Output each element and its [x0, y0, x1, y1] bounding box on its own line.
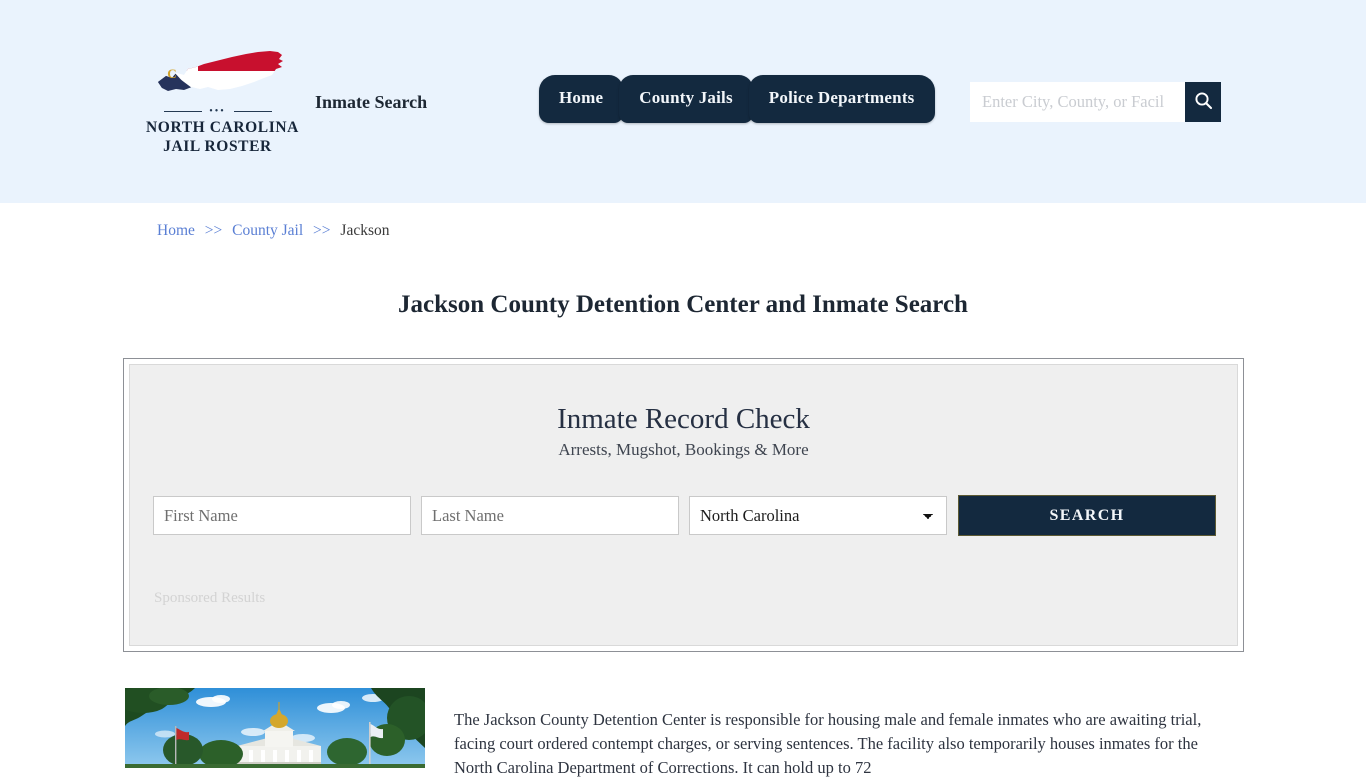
inmate-record-check-panel: Inmate Record Check Arrests, Mugshot, Bo… — [123, 358, 1244, 652]
first-name-input[interactable] — [153, 496, 411, 535]
site-logo[interactable]: C ••• NORTH CAROLINA JAIL ROSTER — [146, 42, 289, 156]
logo-wordmark-line1: NORTH CAROLINA — [146, 119, 299, 136]
nav-item-home[interactable]: Home — [539, 75, 623, 123]
nav-item-police-departments[interactable]: Police Departments — [749, 75, 935, 123]
inmate-search-form: North Carolina SEARCH — [153, 496, 1227, 536]
logo-wordmark-line2: JAIL ROSTER — [146, 137, 289, 156]
breadcrumb-link-county-jail[interactable]: County Jail — [232, 222, 303, 239]
header-search-bar — [970, 82, 1221, 122]
state-select[interactable]: North Carolina — [689, 496, 947, 535]
breadcrumb: Home >> County Jail >> Jackson — [157, 221, 389, 241]
jackson-county-courthouse-photo[interactable] — [125, 688, 425, 768]
record-check-search-button[interactable]: SEARCH — [958, 495, 1216, 536]
svg-text:C: C — [167, 66, 176, 81]
nav-item-county-jails[interactable]: County Jails — [619, 75, 753, 123]
facility-description-section: The Jackson County Detention Center is r… — [0, 688, 1366, 768]
breadcrumb-link-home[interactable]: Home — [157, 222, 195, 239]
header-search-input[interactable] — [970, 82, 1185, 122]
facility-description-text: The Jackson County Detention Center is r… — [454, 708, 1214, 780]
breadcrumb-separator: >> — [205, 222, 222, 239]
north-carolina-state-map-icon: C — [146, 42, 289, 102]
header-search-button[interactable] — [1185, 82, 1221, 122]
record-check-subtitle: Arrests, Mugshot, Bookings & More — [130, 439, 1237, 461]
logo-divider-ornament: ••• — [158, 106, 278, 116]
search-icon — [1194, 91, 1213, 113]
site-header: C ••• NORTH CAROLINA JAIL ROSTER Inmate … — [0, 0, 1366, 203]
page-title: Jackson County Detention Center and Inma… — [0, 289, 1366, 321]
site-tagline: Inmate Search — [315, 90, 427, 114]
record-check-title: Inmate Record Check — [130, 401, 1237, 437]
sponsored-results-label: Sponsored Results — [154, 588, 265, 608]
record-check-inner: Inmate Record Check Arrests, Mugshot, Bo… — [129, 364, 1238, 646]
breadcrumb-current-jackson: Jackson — [340, 222, 389, 239]
logo-divider-dots: ••• — [158, 107, 278, 117]
breadcrumb-separator: >> — [313, 222, 330, 239]
main-navigation: Home County Jails Police Departments — [539, 75, 935, 125]
last-name-input[interactable] — [421, 496, 679, 535]
logo-wordmark: NORTH CAROLINA JAIL ROSTER — [146, 118, 289, 156]
